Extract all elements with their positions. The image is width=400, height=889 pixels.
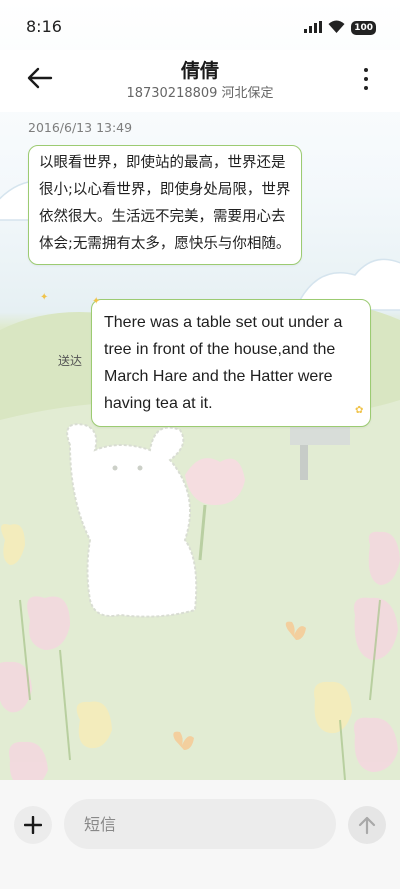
contact-detail: 18730218809 河北保定	[126, 86, 274, 101]
incoming-message-bubble[interactable]: 以眼看世界，即使站的最高，世界还是很小;以心看世界，即使身处局限，世界依然很大。…	[28, 145, 302, 265]
sparkle-icon: ✿	[355, 405, 364, 416]
message-text: 以眼看世界，即使站的最高，世界还是很小;以心看世界，即使身处局限，世界依然很大。…	[39, 155, 291, 252]
delivery-status: 送达	[58, 354, 83, 368]
status-icons: 100	[304, 18, 376, 37]
more-options-button[interactable]	[358, 64, 374, 94]
send-arrow-icon	[358, 816, 376, 835]
send-button[interactable]	[348, 806, 386, 844]
message-timestamp: 2016/6/13 13:49	[28, 120, 133, 135]
status-time: 8:16	[26, 17, 62, 36]
sms-input[interactable]	[64, 799, 336, 849]
sparkle-icon: ✦	[40, 292, 49, 303]
status-bar: 8:16 100	[0, 0, 400, 50]
outgoing-message-bubble[interactable]: There was a table set out under a tree i…	[91, 299, 371, 427]
battery-icon: 100	[351, 20, 376, 35]
message-text: There was a table set out under a tree i…	[104, 314, 343, 412]
signal-icon	[304, 18, 323, 37]
plus-icon	[24, 816, 42, 834]
sparkle-icon: ✦	[92, 296, 101, 307]
wifi-icon	[328, 18, 345, 37]
add-attachment-button[interactable]	[14, 806, 52, 844]
conversation-header: 倩倩 18730218809 河北保定	[0, 50, 400, 112]
more-vertical-icon	[364, 68, 368, 72]
composer-bar	[0, 780, 400, 889]
contact-name[interactable]: 倩倩	[0, 56, 400, 83]
